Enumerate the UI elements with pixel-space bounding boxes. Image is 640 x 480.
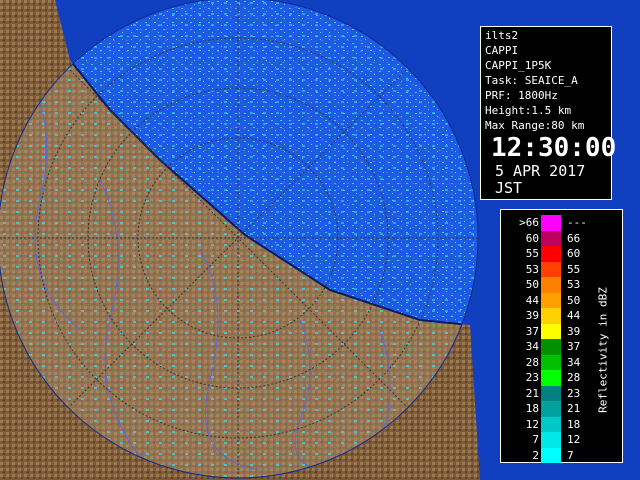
legend-swatch [541, 308, 561, 324]
legend-low-value: 28 [525, 355, 539, 369]
legend-high-value: 7 [567, 448, 574, 462]
legend-swatch [541, 246, 561, 262]
legend-row: 60 66 [501, 230, 622, 247]
legend-row: 12 18 [501, 416, 622, 433]
legend-high-value: 60 [567, 247, 581, 260]
legend-swatch [541, 339, 561, 355]
legend-high-value: 21 [567, 402, 581, 415]
legend-swatch [541, 230, 561, 247]
legend-swatch [541, 292, 561, 309]
legend-row: 39 44 [501, 308, 622, 324]
legend-low-value: 23 [525, 371, 539, 384]
legend-row: 21 23 [501, 385, 622, 402]
legend-swatch [541, 215, 561, 231]
legend-low-value: 37 [525, 324, 539, 338]
time-label: 12:30:00 [491, 133, 617, 163]
date-label: 5 APR 2017 JST [495, 162, 586, 197]
task-label: Task: SEAICE_A [485, 74, 578, 87]
legend-low-value: 55 [525, 247, 539, 260]
product-type: CAPPI [485, 44, 519, 57]
legend-high-value: 23 [567, 386, 581, 400]
legend-row: 23 28 [501, 370, 622, 386]
legend-swatch [541, 370, 561, 386]
legend-low-value: 7 [532, 433, 539, 446]
legend-high-value: 12 [567, 433, 581, 446]
legend-high-value: 34 [567, 355, 581, 369]
prf-label: PRF: 1800Hz [485, 89, 558, 102]
legend-high-value: 39 [567, 324, 581, 338]
legend-swatch [541, 385, 561, 402]
legend-row: 55 60 [501, 246, 622, 262]
legend-high-value: --- [567, 216, 587, 229]
legend-low-value: 12 [525, 417, 539, 431]
legend-row: 53 55 [501, 261, 622, 278]
legend-high-value: 55 [567, 262, 581, 276]
legend-row: 7 12 [501, 432, 622, 448]
legend-row: 34 37 [501, 339, 622, 355]
legend-high-value: 53 [567, 278, 581, 291]
info-panel: ilts2 CAPPI CAPPI_1P5K Task: SEAICE_A PR… [480, 26, 617, 200]
color-legend: Reflectivity in dBZ >66 --- 60 66 55 60 53 55 50… [500, 209, 623, 464]
legend-row: 44 50 [501, 292, 622, 309]
legend-row: 50 53 [501, 277, 622, 293]
legend-high-value: 18 [567, 417, 581, 431]
max-range-label: Max Range:80 km [485, 119, 585, 132]
legend-high-value: 50 [567, 293, 581, 307]
legend-swatch [541, 323, 561, 340]
legend-high-value: 44 [567, 309, 581, 322]
legend-row: 28 34 [501, 354, 622, 371]
legend-swatch [541, 261, 561, 278]
legend-swatch [541, 277, 561, 293]
legend-low-value: 2 [532, 448, 539, 462]
legend-row: >66 --- [501, 215, 622, 231]
legend-swatch [541, 432, 561, 448]
legend-low-value: 60 [525, 231, 539, 245]
legend-row: 18 21 [501, 401, 622, 417]
legend-high-value: 66 [567, 231, 581, 245]
legend-swatch [541, 416, 561, 433]
legend-low-value: >66 [519, 216, 539, 229]
legend-low-value: 50 [525, 278, 539, 291]
product-name: CAPPI_1P5K [485, 59, 552, 72]
legend-low-value: 53 [525, 262, 539, 276]
legend-swatch [541, 354, 561, 371]
legend-low-value: 18 [525, 402, 539, 415]
legend-high-value: 37 [567, 340, 581, 353]
station-name: ilts2 [485, 29, 519, 42]
legend-low-value: 21 [525, 386, 539, 400]
height-label: Height:1.5 km [485, 104, 572, 117]
legend-low-value: 34 [525, 340, 539, 353]
legend-row: 37 39 [501, 323, 622, 340]
legend-row: 27 [501, 447, 622, 464]
legend-swatch [541, 401, 561, 417]
legend-high-value: 28 [567, 371, 581, 384]
legend-low-value: 44 [525, 293, 539, 307]
legend-swatch [541, 447, 561, 464]
legend-low-value: 39 [525, 309, 539, 322]
